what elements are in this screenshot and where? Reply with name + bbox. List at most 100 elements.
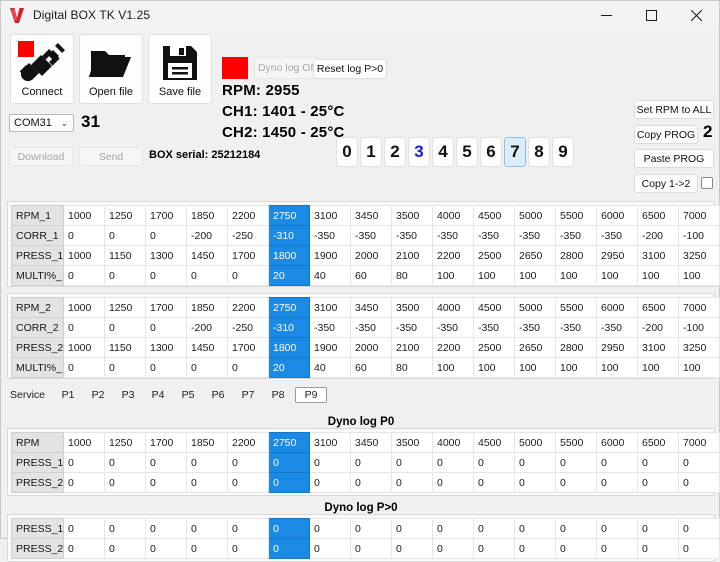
cell-r1-c12[interactable]: -350 <box>555 317 597 338</box>
cell-r2-c14[interactable]: 3100 <box>637 245 679 266</box>
cell-r1-c6[interactable]: 0 <box>309 538 351 559</box>
cell-r1-c10[interactable]: -350 <box>473 317 515 338</box>
cell-r2-c0[interactable]: 0 <box>63 472 105 493</box>
maximize-button[interactable] <box>629 1 674 29</box>
cell-r3-c6[interactable]: 40 <box>309 265 351 286</box>
reset-log-button[interactable]: Reset log P>0 <box>313 59 387 79</box>
cell-r3-c3[interactable]: 0 <box>186 357 228 378</box>
send-button[interactable]: Send <box>79 147 143 166</box>
cell-r1-c4[interactable]: -250 <box>227 225 269 246</box>
cell-r1-c14[interactable]: -200 <box>637 317 679 338</box>
cell-r0-c14[interactable]: 6500 <box>637 432 679 453</box>
cell-r2-c1[interactable]: 0 <box>104 472 146 493</box>
cell-r2-c2[interactable]: 1300 <box>145 245 187 266</box>
cell-r1-c15[interactable]: -100 <box>678 225 720 246</box>
com-port-select[interactable]: COM31 ⌄ <box>9 114 74 132</box>
cell-r3-c7[interactable]: 60 <box>350 265 392 286</box>
cell-r0-c15[interactable]: 7000 <box>678 432 720 453</box>
cell-r1-c15[interactable]: 0 <box>678 452 720 473</box>
cell-r0-c6[interactable]: 3100 <box>309 205 351 226</box>
connect-button[interactable]: Connect <box>10 34 74 104</box>
cell-r1-c9[interactable]: 0 <box>432 538 474 559</box>
prog-button-7[interactable]: 7 <box>504 137 526 167</box>
cell-r3-c4[interactable]: 0 <box>227 357 269 378</box>
cell-r2-c7[interactable]: 2000 <box>350 245 392 266</box>
cell-r1-c14[interactable]: 0 <box>637 538 679 559</box>
cell-r1-c1[interactable]: 0 <box>104 225 146 246</box>
cell-r0-c0[interactable]: 1000 <box>63 297 105 318</box>
cell-r1-c8[interactable]: 0 <box>391 452 433 473</box>
cell-r2-c1[interactable]: 1150 <box>104 245 146 266</box>
cell-r0-c6[interactable]: 3100 <box>309 432 351 453</box>
cell-r1-c8[interactable]: 0 <box>391 538 433 559</box>
cell-r3-c14[interactable]: 100 <box>637 357 679 378</box>
cell-r1-c13[interactable]: 0 <box>596 452 638 473</box>
cell-r1-c1[interactable]: 0 <box>104 452 146 473</box>
cell-r2-c8[interactable]: 2100 <box>391 245 433 266</box>
cell-r0-c12[interactable]: 5500 <box>555 432 597 453</box>
cell-r2-c2[interactable]: 0 <box>145 472 187 493</box>
cell-r2-c15[interactable]: 3250 <box>678 245 720 266</box>
cell-r2-c10[interactable]: 2500 <box>473 245 515 266</box>
prog-button-4[interactable]: 4 <box>432 137 454 167</box>
cell-r3-c4[interactable]: 0 <box>227 265 269 286</box>
cell-r0-c6[interactable]: 0 <box>309 518 351 539</box>
cell-r1-c8[interactable]: -350 <box>391 225 433 246</box>
cell-r1-c15[interactable]: -100 <box>678 317 720 338</box>
cell-r3-c11[interactable]: 100 <box>514 265 556 286</box>
cell-r1-c6[interactable]: 0 <box>309 452 351 473</box>
cell-r0-c9[interactable]: 4000 <box>432 205 474 226</box>
cell-r0-c9[interactable]: 0 <box>432 518 474 539</box>
cell-r1-c7[interactable]: -350 <box>350 225 392 246</box>
cell-r0-c10[interactable]: 4500 <box>473 297 515 318</box>
cell-r1-c6[interactable]: -350 <box>309 225 351 246</box>
cell-r0-c15[interactable]: 7000 <box>678 205 720 226</box>
cell-r0-c3[interactable]: 1850 <box>186 297 228 318</box>
cell-r3-c7[interactable]: 60 <box>350 357 392 378</box>
cell-r2-c8[interactable]: 2100 <box>391 337 433 358</box>
cell-r0-c11[interactable]: 5000 <box>514 432 556 453</box>
cell-r0-c13[interactable]: 6000 <box>596 432 638 453</box>
cell-r2-c11[interactable]: 0 <box>514 472 556 493</box>
cell-r1-c2[interactable]: 0 <box>145 317 187 338</box>
cell-r0-c8[interactable]: 3500 <box>391 205 433 226</box>
cell-r2-c11[interactable]: 2650 <box>514 337 556 358</box>
cell-r3-c6[interactable]: 40 <box>309 357 351 378</box>
cell-r0-c1[interactable]: 1250 <box>104 432 146 453</box>
cell-r3-c1[interactable]: 0 <box>104 265 146 286</box>
cell-r0-c4[interactable]: 0 <box>227 518 269 539</box>
copy-1-to-2-checkbox[interactable] <box>701 177 713 189</box>
cell-r0-c5[interactable]: 2750 <box>268 432 310 453</box>
cell-r1-c4[interactable]: -250 <box>227 317 269 338</box>
cell-r0-c14[interactable]: 6500 <box>637 205 679 226</box>
cell-r1-c13[interactable]: -350 <box>596 317 638 338</box>
cell-r1-c5[interactable]: 0 <box>268 538 310 559</box>
prog-button-6[interactable]: 6 <box>480 137 502 167</box>
cell-r0-c0[interactable]: 1000 <box>63 432 105 453</box>
cell-r0-c11[interactable]: 5000 <box>514 297 556 318</box>
cell-r0-c2[interactable]: 1700 <box>145 297 187 318</box>
cell-r2-c4[interactable]: 1700 <box>227 337 269 358</box>
cell-r3-c5[interactable]: 20 <box>268 265 310 286</box>
service-tab-p8[interactable]: P8 <box>265 387 291 403</box>
cell-r2-c3[interactable]: 1450 <box>186 245 228 266</box>
minimize-button[interactable] <box>584 1 629 29</box>
cell-r2-c13[interactable]: 0 <box>596 472 638 493</box>
cell-r2-c1[interactable]: 1150 <box>104 337 146 358</box>
cell-r3-c13[interactable]: 100 <box>596 265 638 286</box>
cell-r2-c9[interactable]: 2200 <box>432 337 474 358</box>
cell-r2-c14[interactable]: 3100 <box>637 337 679 358</box>
cell-r2-c5[interactable]: 1800 <box>268 245 310 266</box>
cell-r0-c2[interactable]: 0 <box>145 518 187 539</box>
set-rpm-to-all-button[interactable]: Set RPM to ALL <box>634 100 714 119</box>
cell-r3-c8[interactable]: 80 <box>391 265 433 286</box>
service-tab-p9[interactable]: P9 <box>295 387 328 403</box>
cell-r0-c12[interactable]: 5500 <box>555 205 597 226</box>
cell-r1-c15[interactable]: 0 <box>678 538 720 559</box>
cell-r1-c4[interactable]: 0 <box>227 452 269 473</box>
cell-r2-c15[interactable]: 3250 <box>678 337 720 358</box>
cell-r2-c12[interactable]: 2800 <box>555 337 597 358</box>
cell-r0-c3[interactable]: 1850 <box>186 205 228 226</box>
cell-r0-c12[interactable]: 5500 <box>555 297 597 318</box>
cell-r2-c13[interactable]: 2950 <box>596 337 638 358</box>
